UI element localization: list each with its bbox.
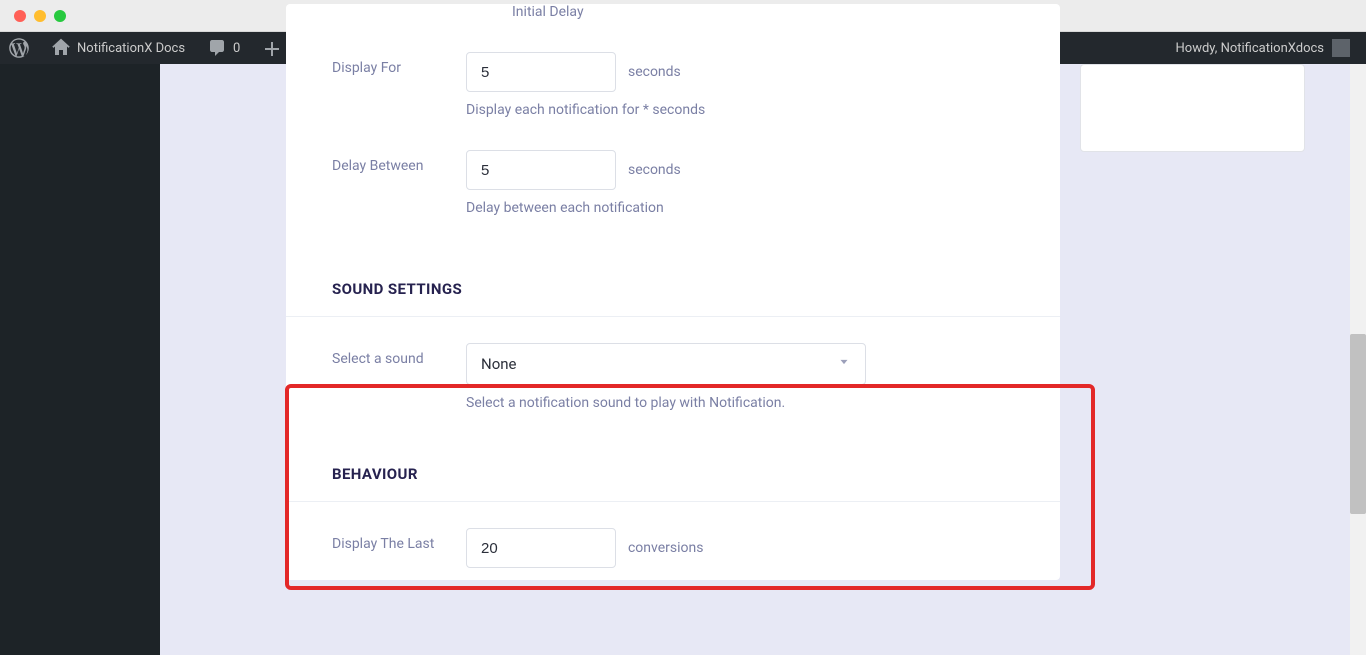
plus-icon [262, 38, 282, 58]
page-stage: Initial Delay Display For seconds Displa… [0, 64, 1366, 655]
sound-settings-heading: SOUND SETTINGS [286, 256, 1060, 316]
display-for-input[interactable] [466, 52, 616, 92]
avatar-icon [1332, 39, 1350, 57]
initial-delay-help: Initial Delay [286, 4, 1060, 22]
scrollbar-vertical[interactable] [1350, 64, 1366, 655]
site-title-text: NotificationX Docs [77, 41, 185, 56]
display-for-help: Display each notification for * seconds [466, 92, 1060, 120]
display-for-unit: seconds [628, 64, 681, 80]
delay-between-label: Delay Between [286, 150, 466, 174]
window-maximize-icon[interactable] [54, 10, 66, 22]
wp-admin-sidebar[interactable] [0, 64, 160, 655]
howdy-text: Howdy, NotificationXdocs [1176, 41, 1324, 56]
home-icon [51, 38, 71, 58]
display-for-row: Display For seconds Display each notific… [286, 42, 1060, 120]
display-for-label: Display For [286, 52, 466, 76]
delay-between-unit: seconds [628, 162, 681, 178]
scrollbar-thumb[interactable] [1350, 334, 1366, 514]
window-close-icon[interactable] [14, 10, 26, 22]
delay-between-row: Delay Between seconds Delay between each… [286, 140, 1060, 218]
window-minimize-icon[interactable] [34, 10, 46, 22]
display-last-label: Display The Last [286, 528, 466, 552]
delay-between-help: Delay between each notification [466, 190, 1060, 218]
display-last-unit: conversions [628, 540, 703, 556]
select-sound-label: Select a sound [286, 343, 466, 367]
display-last-row: Display The Last conversions [286, 518, 1060, 568]
select-sound-help: Select a notification sound to play with… [466, 385, 1060, 413]
select-sound-dropdown[interactable]: None [466, 343, 866, 385]
wp-logo-menu[interactable] [0, 32, 38, 64]
select-sound-value: None [481, 355, 517, 373]
select-sound-row: Select a sound None Select a notificatio… [286, 333, 1060, 413]
settings-card: Initial Delay Display For seconds Displa… [286, 4, 1060, 580]
chevron-down-icon [837, 355, 851, 373]
wordpress-logo-icon [9, 38, 29, 58]
comments-link[interactable]: 0 [198, 32, 249, 64]
comment-icon [207, 38, 227, 58]
behaviour-heading: BEHAVIOUR [286, 441, 1060, 501]
comments-count: 0 [233, 41, 240, 56]
sidebar-widget: Increase Sales in 2020 [1080, 64, 1305, 152]
my-account-link[interactable]: Howdy, NotificationXdocs [1167, 32, 1358, 64]
site-name-link[interactable]: NotificationX Docs [42, 32, 194, 64]
section-divider [286, 316, 1060, 317]
section-divider-2 [286, 501, 1060, 502]
delay-between-input[interactable] [466, 150, 616, 190]
display-last-input[interactable] [466, 528, 616, 568]
